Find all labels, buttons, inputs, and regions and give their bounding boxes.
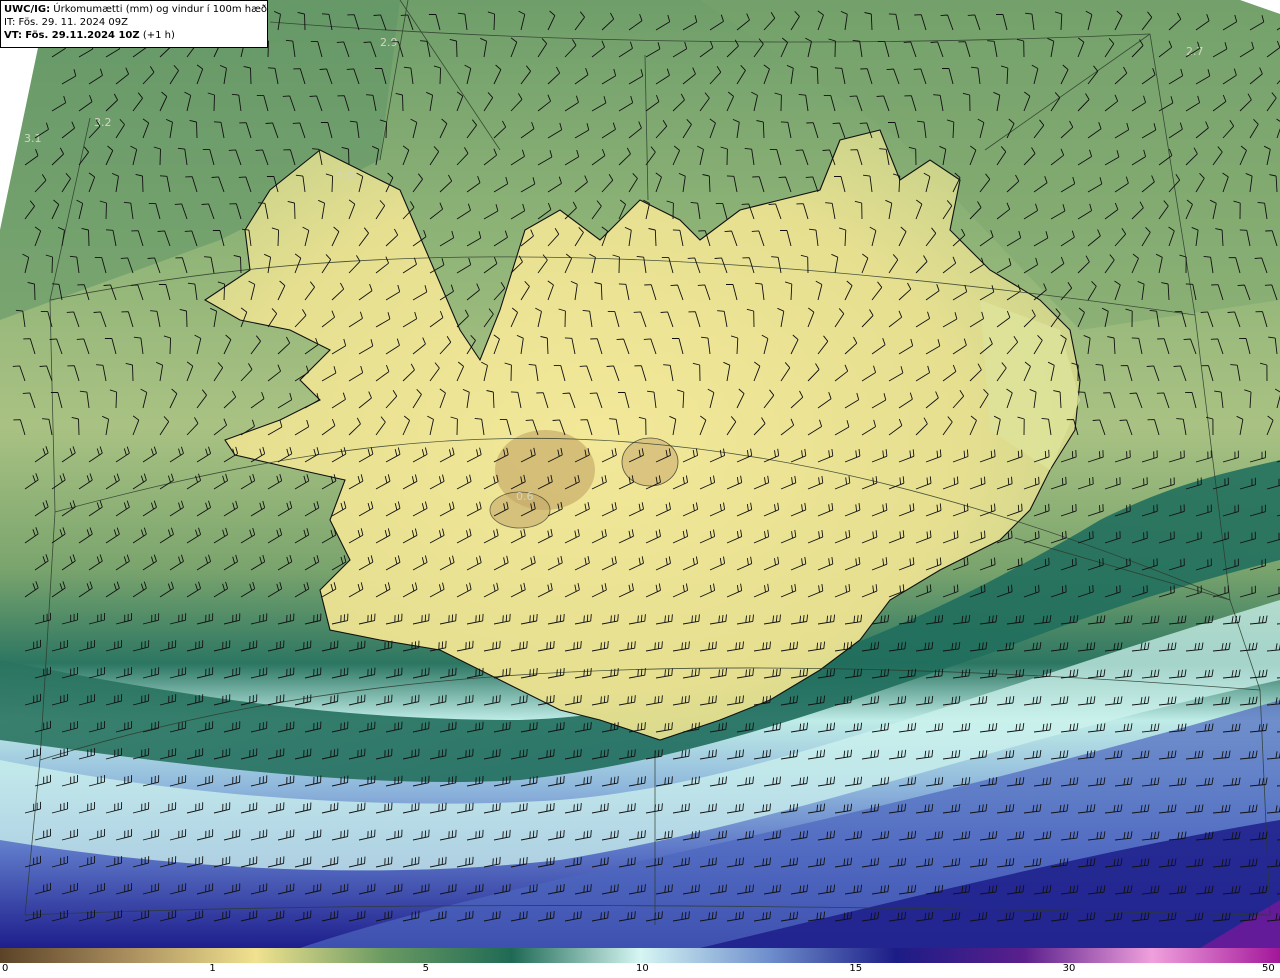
contour-label: 2.9: [380, 36, 398, 49]
contour-label: 0.6: [516, 490, 534, 503]
colorbar-tick-label: 10: [636, 963, 649, 974]
product-title: Úrkomumætti (mm) og vindur í 100m hæð: [53, 4, 268, 15]
colorbar-tick-label: 15: [849, 963, 863, 974]
colorbar-tick-label: 5: [422, 963, 429, 974]
map-info-box: UWC/IG: Úrkomumætti (mm) og vindur í 100…: [0, 0, 268, 48]
init-time-label: IT:: [4, 17, 16, 28]
colorbar-gradient: [0, 948, 1280, 963]
valid-time-row: VT: Fös. 29.11.2024 10Z (+1 h): [4, 29, 264, 42]
lead-time: (+1 h): [142, 30, 175, 41]
init-time-row: IT: Fös. 29. 11. 2024 09Z: [4, 16, 264, 29]
valid-time-label: VT:: [4, 30, 23, 41]
valid-time: Fös. 29.11.2024 10Z: [25, 30, 140, 41]
init-time: Fös. 29. 11. 2024 09Z: [18, 17, 128, 28]
glacier-hofsjokull: [621, 437, 679, 487]
contour-label: 3.1: [24, 132, 42, 145]
map-panel: 2.9 2.7 3.2 3.1 3.0 0.6 UWC/IG: Úrkomumæ…: [0, 0, 1280, 948]
title-row: UWC/IG: Úrkomumætti (mm) og vindur í 100…: [4, 3, 268, 16]
precipitation-colorbar: 0 1 5 10 15 30 50: [0, 948, 1280, 978]
contour-label: 3.0: [336, 170, 354, 183]
colorbar-tick-label: 0: [2, 963, 9, 974]
colorbar-tick-label: 30: [1062, 963, 1076, 974]
model-code: UWC/IG:: [4, 4, 51, 15]
contour-label: 3.2: [94, 116, 112, 129]
precipitation-wind-map: 2.9 2.7 3.2 3.1 3.0 0.6: [0, 0, 1280, 948]
colorbar-tick-label: 1: [209, 963, 216, 974]
colorbar-tick-label: 50: [1262, 963, 1275, 974]
